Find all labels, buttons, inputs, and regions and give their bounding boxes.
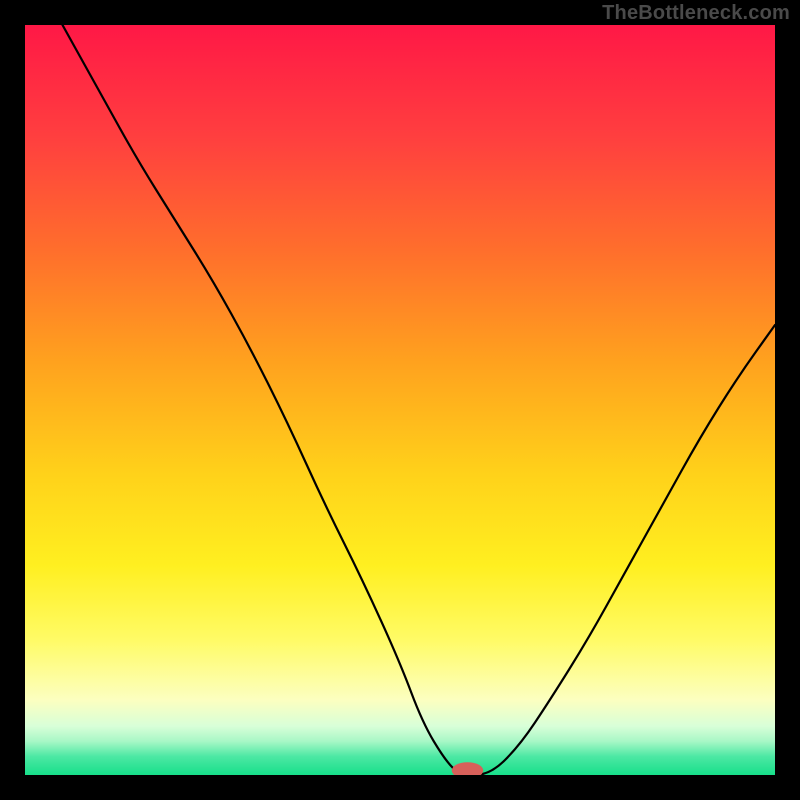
chart-frame: TheBottleneck.com bbox=[0, 0, 800, 800]
plot-svg bbox=[25, 25, 775, 775]
plot-area bbox=[25, 25, 775, 775]
watermark-text: TheBottleneck.com bbox=[602, 2, 790, 25]
